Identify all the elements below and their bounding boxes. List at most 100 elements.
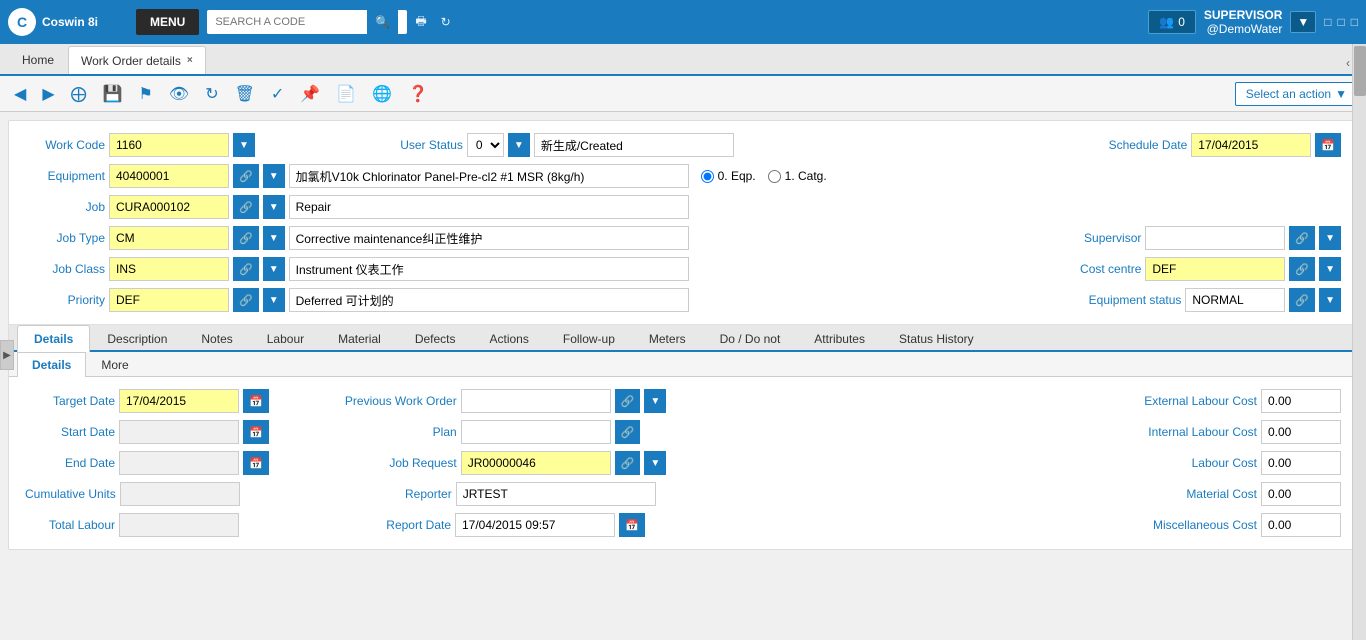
job-request-dropdown[interactable]: ▼ xyxy=(644,451,666,475)
equipment-input[interactable] xyxy=(109,164,229,188)
target-date-input[interactable] xyxy=(119,389,239,413)
tab-actions[interactable]: Actions xyxy=(473,325,546,352)
tab-details[interactable]: Details xyxy=(17,325,90,352)
collapse-arrow[interactable]: ▶ xyxy=(0,340,14,370)
total-labour-input xyxy=(119,513,239,537)
priority-dropdown[interactable]: ▼ xyxy=(263,288,285,312)
equipment-dropdown[interactable]: ▼ xyxy=(263,164,285,188)
forward-button[interactable]: ▶ xyxy=(36,80,60,108)
sub-tab-details[interactable]: Details xyxy=(17,352,86,377)
attach-button[interactable]: 📌 xyxy=(294,80,326,108)
end-date-input[interactable] xyxy=(119,451,239,475)
tab-status-history[interactable]: Status History xyxy=(882,325,991,352)
job-request-input[interactable] xyxy=(461,451,611,475)
plan-link-btn[interactable]: 🔗 xyxy=(615,420,641,444)
job-class-dropdown[interactable]: ▼ xyxy=(263,257,285,281)
window-icon-3[interactable]: □ xyxy=(1351,15,1358,29)
work-code-dropdown[interactable]: ▼ xyxy=(233,133,255,157)
cost-centre-dropdown[interactable]: ▼ xyxy=(1319,257,1341,281)
labour-cost-input[interactable] xyxy=(1261,451,1341,475)
ext-labour-label: External Labour Cost xyxy=(1117,394,1257,408)
tab-defects[interactable]: Defects xyxy=(398,325,473,352)
sub-tab-more[interactable]: More xyxy=(86,352,143,377)
job-request-link-btn[interactable]: 🔗 xyxy=(615,451,641,475)
notification-button[interactable]: 👥 0 xyxy=(1148,10,1196,34)
globe-button[interactable]: 🌐 xyxy=(366,80,398,108)
priority-input[interactable] xyxy=(109,288,229,312)
cumul-units-input[interactable] xyxy=(120,482,240,506)
check-button[interactable]: ✓ xyxy=(265,80,290,108)
cost-centre-input[interactable] xyxy=(1145,257,1285,281)
equipment-status-link-btn[interactable]: 🔗 xyxy=(1289,288,1315,312)
material-cost-input[interactable] xyxy=(1261,482,1341,506)
start-date-calendar[interactable]: 📅 xyxy=(243,420,269,444)
misc-cost-input[interactable] xyxy=(1261,513,1341,537)
job-class-link-btn[interactable]: 🔗 xyxy=(233,257,259,281)
tab-home[interactable]: Home xyxy=(8,46,68,74)
search-input[interactable] xyxy=(207,11,367,33)
help-button[interactable]: ❓ xyxy=(402,80,434,108)
work-code-input[interactable] xyxy=(109,133,229,157)
job-link-btn[interactable]: 🔗 xyxy=(233,195,259,219)
start-date-input[interactable] xyxy=(119,420,239,444)
user-status-select[interactable]: 0 xyxy=(467,133,504,157)
tab-close-button[interactable]: × xyxy=(187,55,193,66)
cost-centre-link-btn[interactable]: 🔗 xyxy=(1289,257,1315,281)
delete-button[interactable]: 🗑 xyxy=(229,80,261,108)
radio-eqp-input[interactable] xyxy=(701,170,714,183)
tab-work-order[interactable]: Work Order details × xyxy=(68,46,206,74)
equipment-status-dropdown[interactable]: ▼ xyxy=(1319,288,1341,312)
job-type-link-btn[interactable]: 🔗 xyxy=(233,226,259,250)
tab-follow-up[interactable]: Follow-up xyxy=(546,325,632,352)
supervisor-dropdown[interactable]: ▼ xyxy=(1319,226,1341,250)
job-type-dropdown[interactable]: ▼ xyxy=(263,226,285,250)
prev-wo-dropdown[interactable]: ▼ xyxy=(644,389,666,413)
end-date-calendar[interactable]: 📅 xyxy=(243,451,269,475)
reload-button[interactable]: ↻ xyxy=(199,80,224,108)
export-button[interactable]: 📄 xyxy=(330,80,362,108)
supervisor-link-btn[interactable]: 🔗 xyxy=(1289,226,1315,250)
tab-meters[interactable]: Meters xyxy=(632,325,703,352)
tab-material[interactable]: Material xyxy=(321,325,398,352)
int-labour-input[interactable] xyxy=(1261,420,1341,444)
view-button[interactable]: 👁 xyxy=(163,80,195,108)
user-dropdown-button[interactable]: ▼ xyxy=(1290,11,1316,33)
tab-attributes[interactable]: Attributes xyxy=(797,325,882,352)
menu-button[interactable]: MENU xyxy=(136,9,199,35)
supervisor-input[interactable] xyxy=(1145,226,1285,250)
ext-labour-input[interactable] xyxy=(1261,389,1341,413)
equipment-link-btn[interactable]: 🔗 xyxy=(233,164,259,188)
back-button[interactable]: ◀ xyxy=(8,80,32,108)
select-action-button[interactable]: Select an action ▼ xyxy=(1235,82,1358,106)
prev-wo-input[interactable] xyxy=(461,389,611,413)
job-dropdown[interactable]: ▼ xyxy=(263,195,285,219)
schedule-date-calendar[interactable]: 📅 xyxy=(1315,133,1341,157)
window-icon-1[interactable]: □ xyxy=(1324,15,1331,29)
search-button[interactable]: 🔍 xyxy=(367,10,398,34)
tab-do-do-not[interactable]: Do / Do not xyxy=(703,325,798,352)
save-button[interactable]: 💾 xyxy=(97,80,129,108)
tab-labour[interactable]: Labour xyxy=(250,325,321,352)
scrollbar[interactable] xyxy=(1352,44,1366,640)
radio-catg-input[interactable] xyxy=(768,170,781,183)
detail-row-5: Total Labour Report Date 📅 Miscellaneous… xyxy=(25,513,1341,537)
print-icon[interactable]: 🖶 xyxy=(415,12,426,33)
schedule-date-input[interactable] xyxy=(1191,133,1311,157)
user-status-dropdown[interactable]: ▼ xyxy=(508,133,530,157)
tab-notes[interactable]: Notes xyxy=(184,325,249,352)
tab-description[interactable]: Description xyxy=(90,325,184,352)
window-icon-2[interactable]: □ xyxy=(1338,15,1345,29)
job-class-input[interactable] xyxy=(109,257,229,281)
target-date-label: Target Date xyxy=(25,394,115,408)
tab-nav-left[interactable]: ‹ xyxy=(1346,56,1350,70)
job-type-input[interactable] xyxy=(109,226,229,250)
bookmark-button[interactable]: ⚑ xyxy=(133,80,159,108)
report-date-calendar[interactable]: 📅 xyxy=(619,513,645,537)
job-input[interactable] xyxy=(109,195,229,219)
refresh-icon[interactable]: ↻ xyxy=(441,15,451,29)
priority-link-btn[interactable]: 🔗 xyxy=(233,288,259,312)
target-date-calendar[interactable]: 📅 xyxy=(243,389,269,413)
prev-wo-link-btn[interactable]: 🔗 xyxy=(615,389,641,413)
add-button[interactable]: ⨁ xyxy=(65,80,93,108)
plan-input[interactable] xyxy=(461,420,611,444)
